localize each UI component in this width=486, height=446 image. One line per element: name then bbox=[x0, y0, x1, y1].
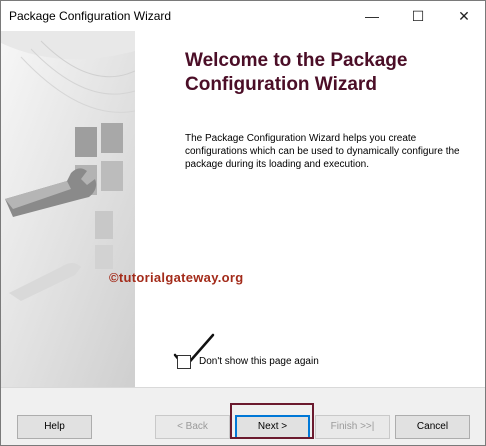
next-button-highlight bbox=[230, 403, 314, 439]
cancel-button[interactable]: Cancel bbox=[395, 415, 470, 439]
tools-illustration bbox=[1, 31, 135, 387]
dont-show-again-label: Don't show this page again bbox=[199, 356, 319, 367]
minimize-button[interactable]: — bbox=[349, 1, 395, 31]
title-bar: Package Configuration Wizard — ☐ ✕ bbox=[1, 1, 485, 31]
wizard-window: Package Configuration Wizard — ☐ ✕ Welco… bbox=[0, 0, 486, 446]
welcome-heading: Welcome to the Package Configuration Wiz… bbox=[185, 50, 408, 95]
wizard-description: The Package Configuration Wizard helps y… bbox=[185, 133, 460, 170]
close-button[interactable]: ✕ bbox=[441, 1, 485, 31]
back-button[interactable]: < Back bbox=[155, 415, 230, 439]
help-button[interactable]: Help bbox=[17, 415, 92, 439]
finish-button[interactable]: Finish >>| bbox=[315, 415, 390, 439]
watermark-text: ©tutorialgateway.org bbox=[109, 270, 244, 285]
wizard-banner-image bbox=[1, 31, 135, 387]
maximize-button[interactable]: ☐ bbox=[395, 1, 441, 31]
window-title: Package Configuration Wizard bbox=[9, 9, 172, 23]
dont-show-again-checkbox[interactable] bbox=[177, 355, 191, 369]
